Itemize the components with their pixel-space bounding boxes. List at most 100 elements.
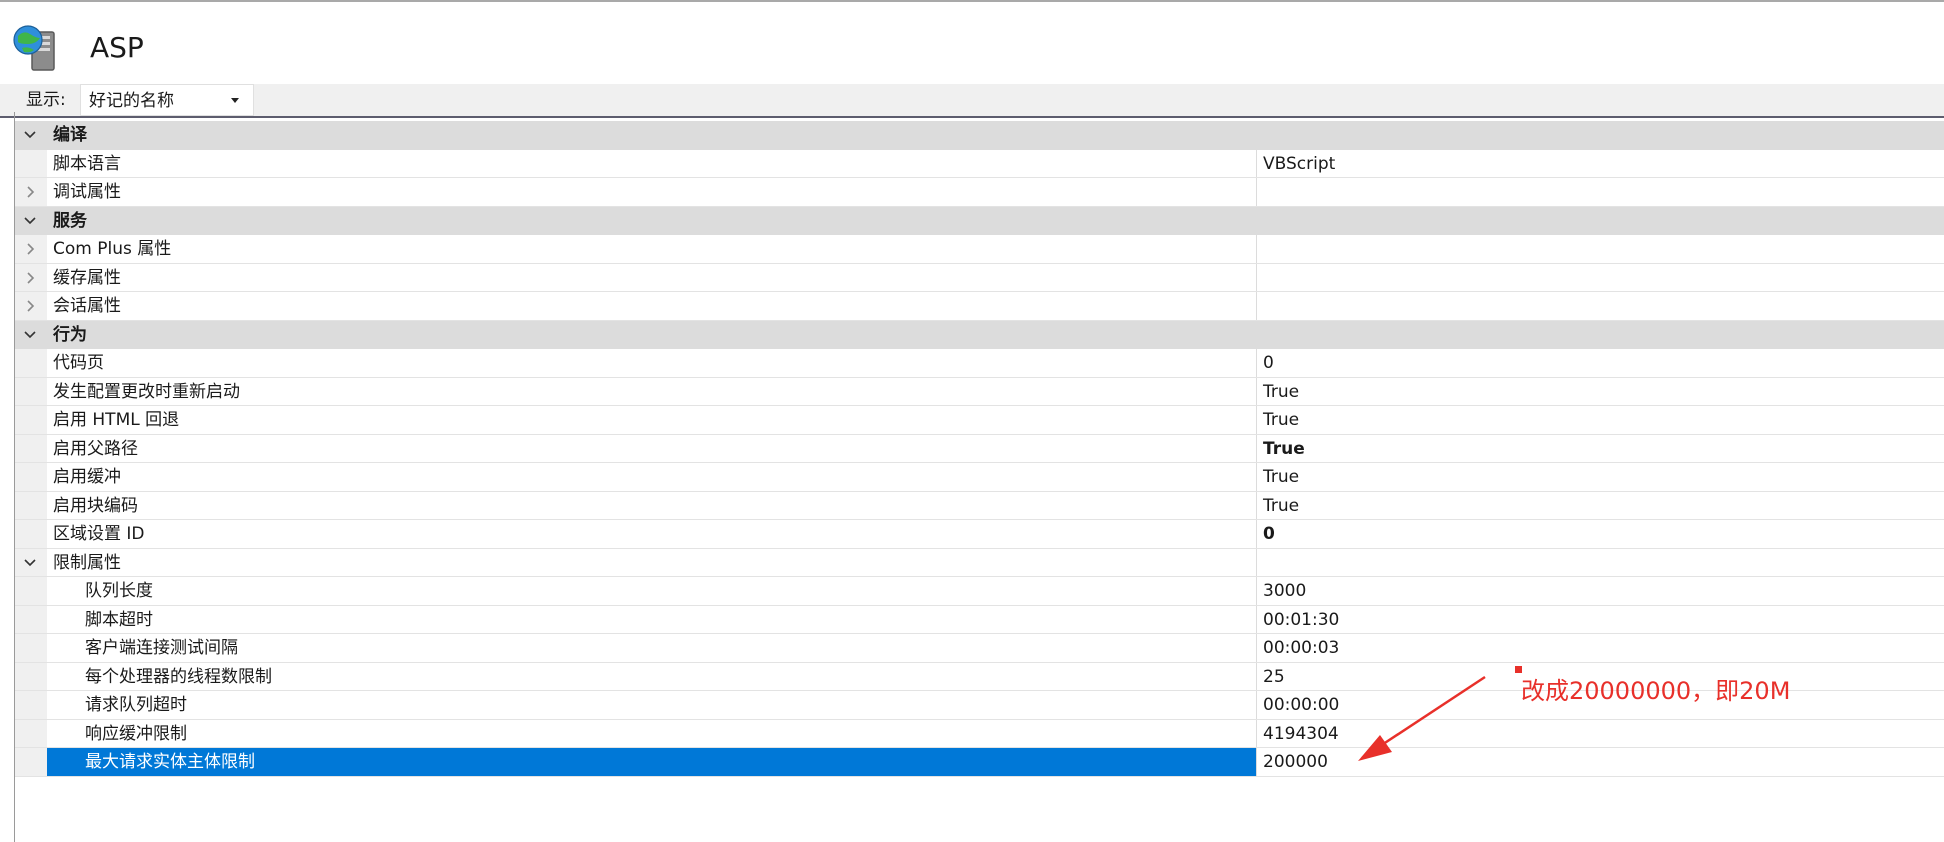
chevron-right-icon[interactable] <box>23 300 37 312</box>
column-divider <box>1256 577 1257 605</box>
annotation-note: 改成20000000，即20M <box>1521 677 1791 705</box>
property-row[interactable]: 队列长度 3000 <box>15 577 1944 606</box>
property-row[interactable]: 启用 HTML 回退 True <box>15 406 1944 435</box>
property-row[interactable]: 响应缓冲限制 4194304 <box>15 719 1944 748</box>
row-gutter <box>15 434 47 462</box>
show-label: 显示: <box>26 90 66 110</box>
property-name: 编译 <box>53 125 87 145</box>
chevron-down-icon[interactable] <box>23 215 37 227</box>
property-value[interactable]: 4194304 <box>1263 720 1339 748</box>
property-value[interactable]: 3000 <box>1263 577 1306 605</box>
column-divider <box>1256 520 1257 548</box>
property-row[interactable]: 代码页 0 <box>15 349 1944 378</box>
row-gutter <box>15 691 47 719</box>
column-divider <box>1256 634 1257 662</box>
property-name: 调试属性 <box>53 182 121 202</box>
row-gutter <box>15 520 47 548</box>
property-row[interactable]: 区域设置 ID 0 <box>15 520 1944 549</box>
property-name: 行为 <box>53 324 87 345</box>
row-gutter <box>15 149 47 177</box>
column-divider <box>1256 292 1257 320</box>
row-gutter <box>15 634 47 662</box>
property-row[interactable]: 发生配置更改时重新启动 True <box>15 377 1944 406</box>
column-divider <box>1256 491 1257 519</box>
chevron-down-icon[interactable] <box>23 557 37 569</box>
row-gutter <box>15 349 47 377</box>
property-name: 启用父路径 <box>53 438 138 459</box>
row-gutter <box>15 463 47 491</box>
property-value[interactable]: 00:00:00 <box>1263 691 1339 719</box>
server-globe-icon <box>13 25 55 71</box>
property-value[interactable]: 200000 <box>1263 748 1328 776</box>
property-name: 启用块编码 <box>53 495 138 516</box>
column-divider <box>1256 235 1257 263</box>
property-row[interactable]: Com Plus 属性 <box>15 235 1944 264</box>
property-value[interactable]: 0 <box>1263 349 1274 377</box>
column-divider <box>1256 691 1257 719</box>
annotation-marker <box>1515 666 1522 673</box>
row-gutter <box>15 491 47 519</box>
property-value[interactable]: True <box>1263 406 1299 434</box>
row-gutter <box>15 748 47 776</box>
column-divider <box>1256 377 1257 405</box>
display-mode-select[interactable]: 好记的名称 <box>80 84 254 116</box>
property-value[interactable]: 00:01:30 <box>1263 606 1339 634</box>
property-name: 脚本超时 <box>85 609 153 630</box>
property-row[interactable]: 限制属性 <box>15 548 1944 577</box>
property-value[interactable]: 0 <box>1263 520 1275 548</box>
property-row[interactable]: 脚本语言 VBScript <box>15 149 1944 178</box>
property-value[interactable]: True <box>1263 378 1299 406</box>
property-row[interactable]: 启用父路径 True <box>15 434 1944 463</box>
column-divider <box>1256 263 1257 291</box>
column-divider <box>1256 149 1257 177</box>
property-name: 脚本语言 <box>53 153 121 174</box>
property-row[interactable]: 会话属性 <box>15 292 1944 321</box>
property-value[interactable]: VBScript <box>1263 150 1335 178</box>
property-value[interactable]: 00:00:03 <box>1263 634 1339 662</box>
property-value[interactable]: True <box>1263 463 1299 491</box>
top-border <box>0 0 1944 2</box>
column-divider <box>1256 463 1257 491</box>
property-row[interactable]: 缓存属性 <box>15 263 1944 292</box>
property-name: 队列长度 <box>85 581 153 601</box>
property-row[interactable]: 最大请求实体主体限制 200000 <box>15 748 1944 777</box>
row-gutter <box>15 377 47 405</box>
property-value[interactable]: 25 <box>1263 663 1285 691</box>
row-gutter <box>15 719 47 747</box>
row-gutter <box>15 577 47 605</box>
property-name: Com Plus 属性 <box>53 239 172 259</box>
property-name: 区域设置 ID <box>53 524 145 544</box>
page-header: ASP <box>0 10 1944 71</box>
column-divider <box>1256 349 1257 377</box>
category-row[interactable]: 服务 <box>15 206 1944 235</box>
row-gutter <box>15 662 47 690</box>
category-row[interactable]: 行为 <box>15 320 1944 349</box>
property-row[interactable]: 调试属性 <box>15 178 1944 207</box>
chevron-down-icon[interactable] <box>23 329 37 341</box>
property-row[interactable]: 客户端连接测试间隔 00:00:03 <box>15 634 1944 663</box>
chevron-right-icon[interactable] <box>23 186 37 198</box>
column-divider <box>1256 434 1257 462</box>
chevron-down-icon <box>231 98 239 103</box>
property-name: 启用 HTML 回退 <box>53 410 180 430</box>
property-name: 发生配置更改时重新启动 <box>53 381 240 402</box>
chevron-right-icon[interactable] <box>23 271 37 284</box>
category-row[interactable]: 编译 <box>15 121 1944 150</box>
chevron-right-icon[interactable] <box>23 243 37 255</box>
column-divider <box>1256 719 1257 747</box>
display-toolbar: 显示: 好记的名称 <box>0 84 1944 118</box>
property-name: 代码页 <box>53 353 104 373</box>
property-row[interactable]: 脚本超时 00:01:30 <box>15 605 1944 634</box>
property-value[interactable]: True <box>1263 435 1305 463</box>
property-name: 每个处理器的线程数限制 <box>85 666 272 687</box>
column-divider <box>1256 605 1257 633</box>
property-row[interactable]: 启用块编码 True <box>15 491 1944 520</box>
row-gutter <box>15 605 47 633</box>
display-mode-value: 好记的名称 <box>89 91 174 111</box>
property-value[interactable]: True <box>1263 492 1299 520</box>
column-divider <box>1256 662 1257 690</box>
property-row[interactable]: 启用缓冲 True <box>15 463 1944 492</box>
annotation-arrow-icon <box>1358 675 1486 761</box>
chevron-down-icon[interactable] <box>23 129 37 141</box>
column-divider <box>1256 748 1257 776</box>
